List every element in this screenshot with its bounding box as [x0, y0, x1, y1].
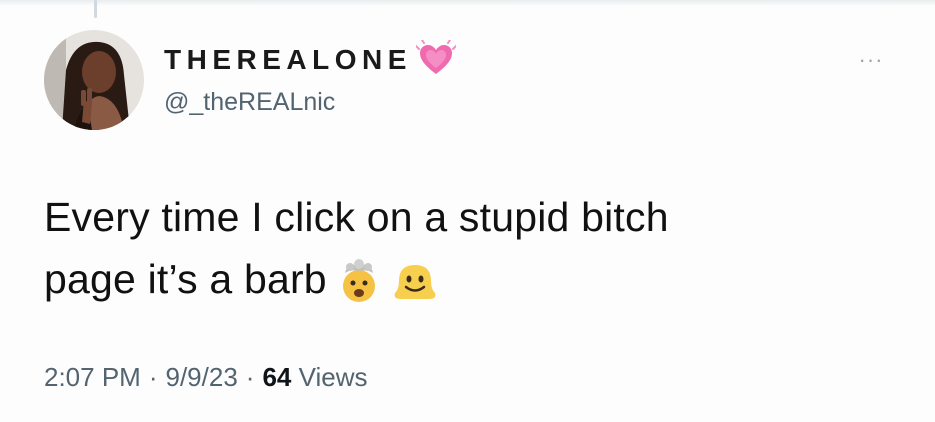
name-row: THEREALONE [164, 39, 457, 80]
more-options-icon[interactable]: ··· [851, 49, 891, 71]
thread-line [94, 0, 97, 18]
display-name[interactable]: THEREALONE [164, 44, 412, 76]
tweet-meta: 2:07 PM · 9/9/23 · 64 Views [44, 362, 368, 393]
tweet-date[interactable]: 9/9/23 [166, 362, 238, 392]
tweet-card[interactable]: THEREALONE @_theREALnic ··· Every time I… [0, 0, 935, 422]
user-handle[interactable]: @_theREALnic [164, 88, 335, 117]
melting-face-icon [391, 258, 439, 320]
views-label: Views [298, 362, 368, 392]
growing-heart-icon [414, 39, 457, 80]
meta-separator-2: · [245, 362, 255, 392]
meta-separator-1: · [148, 362, 158, 392]
tweet-text-line-2-words: page it’s a barb [44, 256, 327, 302]
tweet-text: Every time I click on a stupid bitch pag… [44, 186, 904, 320]
tweet-text-line-1: Every time I click on a stupid bitch [44, 194, 669, 240]
views-count: 64 [262, 362, 292, 392]
tweet-time[interactable]: 2:07 PM [44, 362, 141, 392]
top-divider [0, 0, 935, 6]
avatar[interactable] [44, 30, 144, 130]
exploding-head-icon [337, 258, 381, 320]
tweet-text-line-2: page it’s a barb [44, 248, 904, 320]
